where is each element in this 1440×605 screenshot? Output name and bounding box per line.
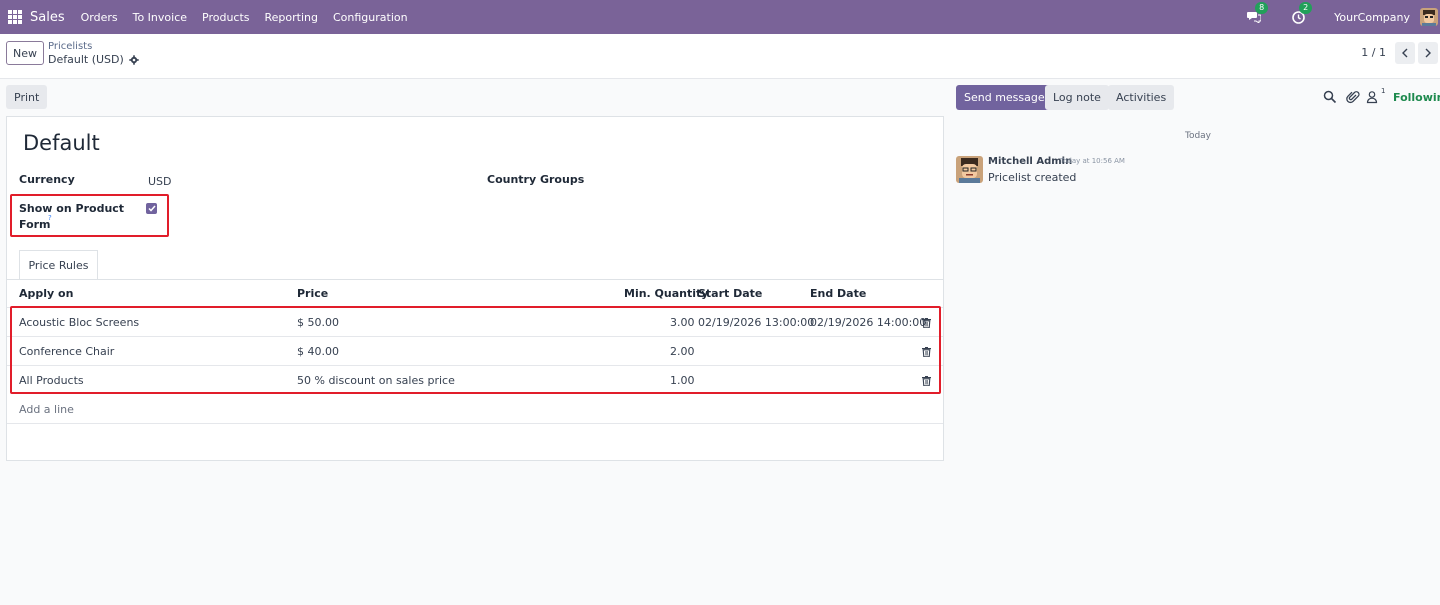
form-sheet: Default Currency USD Country Groups Show…: [6, 116, 944, 461]
column-price[interactable]: Price: [297, 287, 328, 300]
column-end-date[interactable]: End Date: [810, 287, 866, 300]
highlight-show-on-product-form: [10, 194, 169, 237]
followers-count: 1: [1381, 87, 1386, 95]
activities-badge: 2: [1299, 2, 1313, 14]
followers-icon[interactable]: [1366, 90, 1380, 104]
date-separator: Today: [1184, 131, 1212, 141]
search-icon[interactable]: [1323, 90, 1337, 104]
chevron-left-icon: [1402, 48, 1408, 58]
breadcrumb-current: Default (USD): [48, 53, 139, 66]
breadcrumb-pricelists[interactable]: Pricelists: [48, 41, 92, 52]
messages-badge: 8: [1255, 2, 1269, 14]
table-bottom-divider: [7, 423, 943, 424]
following-button[interactable]: Following: [1393, 91, 1440, 104]
user-avatar[interactable]: [1420, 8, 1438, 26]
paperclip-icon[interactable]: [1346, 90, 1360, 104]
menu-configuration[interactable]: Configuration: [333, 11, 408, 24]
menu-orders[interactable]: Orders: [81, 11, 118, 24]
breadcrumb-current-label: Default (USD): [48, 53, 124, 66]
menu-reporting[interactable]: Reporting: [265, 11, 318, 24]
column-start-date[interactable]: Start Date: [698, 287, 762, 300]
apps-menu-icon[interactable]: [8, 10, 22, 24]
app-name[interactable]: Sales: [30, 10, 65, 25]
menu-products[interactable]: Products: [202, 11, 250, 24]
add-a-line-link[interactable]: Add a line: [19, 403, 74, 416]
company-switcher[interactable]: YourCompany: [1334, 11, 1410, 24]
control-panel: New Pricelists Default (USD) 1 / 1: [0, 34, 1440, 79]
pager-value[interactable]: 1 / 1: [1361, 46, 1386, 59]
pager-previous-button[interactable]: [1395, 42, 1415, 64]
currency-field[interactable]: USD: [148, 175, 172, 188]
gear-icon[interactable]: [129, 54, 139, 65]
highlight-price-rules: [10, 306, 941, 394]
author-avatar-icon: [956, 156, 983, 183]
chevron-right-icon: [1425, 48, 1431, 58]
tab-divider: [7, 279, 943, 280]
top-navbar: Sales Orders To Invoice Products Reporti…: [0, 0, 1440, 34]
user-avatar-icon: [1420, 8, 1438, 26]
activities-button-chatter[interactable]: Activities: [1108, 85, 1175, 110]
message-time: Today at 10:56 AM: [1060, 157, 1125, 165]
print-button[interactable]: Print: [6, 85, 48, 109]
message-body: Pricelist created: [988, 171, 1077, 184]
currency-label: Currency: [19, 173, 75, 186]
send-message-button[interactable]: Send message: [956, 85, 1053, 110]
log-note-button[interactable]: Log note: [1045, 85, 1109, 110]
avatar[interactable]: [956, 156, 983, 183]
column-min-quantity[interactable]: Min. Quantity: [624, 287, 708, 300]
column-apply-on[interactable]: Apply on: [19, 287, 73, 300]
activities-button[interactable]: 2: [1290, 2, 1313, 25]
menu-to-invoice[interactable]: To Invoice: [133, 11, 187, 24]
messages-button[interactable]: 8: [1246, 2, 1269, 25]
pricelist-name[interactable]: Default: [23, 131, 100, 155]
tab-price-rules[interactable]: Price Rules: [19, 250, 98, 280]
country-groups-label: Country Groups: [487, 173, 585, 186]
pager-next-button[interactable]: [1418, 42, 1438, 64]
new-button[interactable]: New: [6, 41, 44, 65]
